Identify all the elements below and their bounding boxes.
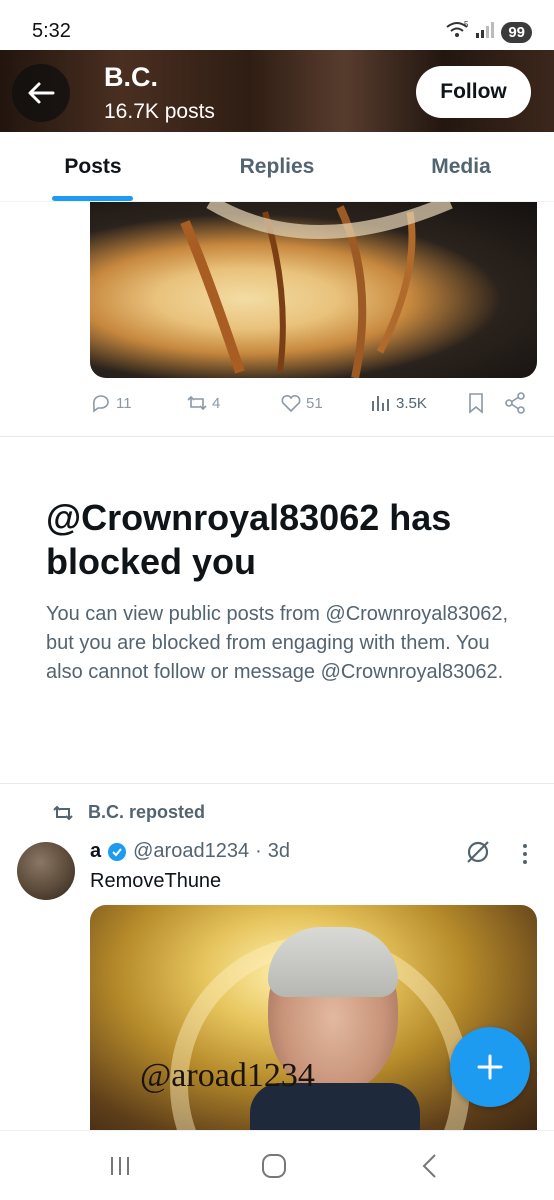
- bookmark-button[interactable]: [465, 392, 487, 414]
- status-time: 5:32: [32, 20, 71, 42]
- home-icon: [262, 1154, 286, 1178]
- repost-count: 4: [212, 394, 221, 412]
- recent-apps-icon: [111, 1157, 129, 1175]
- view-count: 3.5K: [396, 394, 427, 412]
- repost-button[interactable]: 4: [186, 392, 220, 414]
- svg-text:5: 5: [464, 20, 469, 29]
- repost-label: B.C. reposted: [88, 802, 206, 822]
- views-button[interactable]: 3.5K: [370, 392, 427, 414]
- wifi-icon: 5: [445, 20, 469, 45]
- tab-media[interactable]: Media: [396, 132, 526, 202]
- views-icon: [372, 396, 389, 411]
- post-time: 3d: [267, 840, 290, 862]
- grok-icon: [467, 841, 489, 863]
- status-bar: 5:32 5 99: [0, 0, 554, 50]
- divider: [0, 783, 554, 784]
- battery-indicator: 99: [501, 22, 532, 43]
- system-nav-bar: [0, 1130, 554, 1200]
- divider: [0, 436, 554, 437]
- repost-icon: [187, 395, 207, 411]
- home-button[interactable]: [254, 1151, 294, 1181]
- signal-icon: [475, 21, 495, 44]
- media-artwork: [180, 202, 453, 378]
- post-media-image[interactable]: [90, 202, 537, 378]
- recent-apps-button[interactable]: [100, 1151, 140, 1181]
- author-name[interactable]: a: [90, 840, 101, 863]
- image-watermark: @aroad1234: [140, 1057, 315, 1094]
- chevron-left-icon: [422, 1154, 436, 1178]
- heart-icon: [281, 394, 301, 413]
- follow-button[interactable]: Follow: [416, 66, 531, 118]
- active-tab-indicator: [52, 196, 133, 201]
- plus-icon: [477, 1054, 503, 1080]
- blocked-description: You can view public posts from @Crownroy…: [46, 603, 509, 683]
- compose-button[interactable]: [450, 1027, 530, 1107]
- profile-tabs: Posts Replies Media: [0, 132, 554, 202]
- repost-icon: [53, 805, 73, 820]
- grok-button[interactable]: [464, 838, 492, 871]
- back-button[interactable]: [12, 64, 70, 122]
- more-options-button[interactable]: [516, 842, 534, 871]
- reply-icon: [92, 395, 109, 413]
- profile-header: B.C. 16.7K posts Follow: [0, 50, 554, 132]
- more-vertical-icon: [523, 844, 527, 864]
- blocked-title: @Crownroyal83062 has blocked you: [46, 497, 452, 582]
- repost-indicator: B.C. reposted: [52, 802, 205, 823]
- bookmark-icon: [469, 393, 483, 414]
- status-icons: 5 99: [445, 20, 532, 45]
- share-button[interactable]: [504, 392, 526, 414]
- avatar[interactable]: [17, 842, 75, 900]
- post-text: RemoveThune: [90, 870, 222, 892]
- reply-count: 11: [116, 394, 132, 412]
- verified-badge-icon: [108, 842, 127, 861]
- back-nav-button[interactable]: [410, 1151, 450, 1181]
- reply-button[interactable]: 11: [90, 392, 132, 414]
- post-header: a @aroad1234 · 3d: [90, 840, 290, 863]
- like-count: 51: [306, 394, 323, 412]
- tab-replies[interactable]: Replies: [212, 132, 342, 202]
- post-actions: 11 4 51 3.5K: [90, 388, 537, 424]
- like-button[interactable]: 51: [280, 392, 323, 414]
- separator: ·: [255, 840, 262, 862]
- share-icon: [505, 392, 525, 414]
- person-hair: [268, 927, 398, 997]
- profile-name: B.C.: [104, 62, 158, 92]
- post-count: 16.7K posts: [104, 100, 215, 123]
- tab-posts[interactable]: Posts: [28, 132, 158, 202]
- back-arrow-icon: [28, 82, 55, 104]
- author-handle[interactable]: @aroad1234: [133, 840, 249, 863]
